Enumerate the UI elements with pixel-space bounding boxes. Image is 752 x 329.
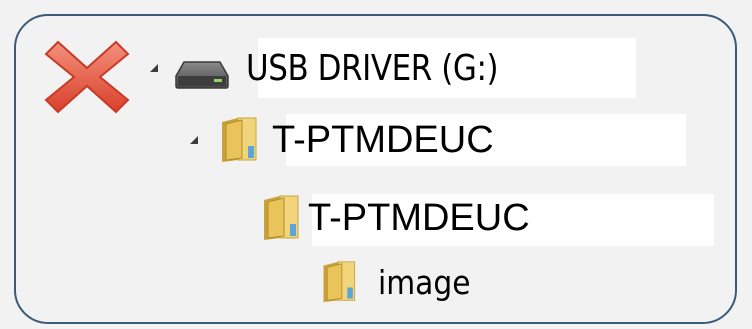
drive-label[interactable]: USB DRIVER (G:) xyxy=(246,48,499,89)
folder-icon xyxy=(320,260,360,304)
tree-item-folder-1[interactable]: T-PTMDEUC xyxy=(190,112,494,168)
folder-icon xyxy=(262,194,302,242)
expand-arrow-icon[interactable] xyxy=(190,136,198,144)
folder-label[interactable]: image xyxy=(378,263,471,302)
folder-label[interactable]: T-PTMDEUC xyxy=(308,197,530,240)
status-mark xyxy=(44,38,130,116)
tree-item-folder-2[interactable]: T-PTMDEUC xyxy=(262,190,530,246)
usb-drive-icon xyxy=(174,60,230,90)
folder-icon xyxy=(220,116,260,164)
tree-item-drive[interactable]: USB DRIVER (G:) xyxy=(150,40,539,96)
tree-item-folder-3[interactable]: image xyxy=(320,254,481,310)
red-x-icon xyxy=(44,38,130,116)
expand-arrow-icon[interactable] xyxy=(150,64,158,72)
folder-label[interactable]: T-PTMDEUC xyxy=(272,119,494,162)
